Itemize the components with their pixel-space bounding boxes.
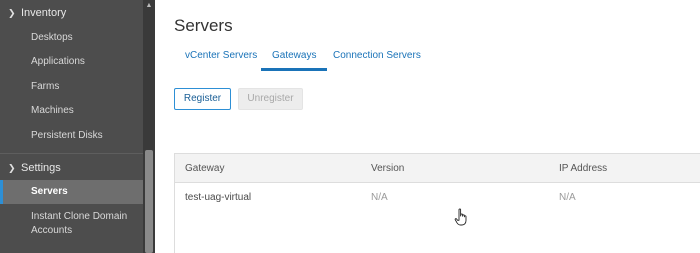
tab-bar: vCenter Servers Gateways Connection Serv… <box>174 46 700 71</box>
sidebar-section-label: Settings <box>21 162 61 174</box>
register-button[interactable]: Register <box>174 88 231 110</box>
column-header-ip-address[interactable]: IP Address <box>559 154 607 183</box>
scrollbar-thumb[interactable] <box>145 150 153 253</box>
table-row[interactable]: test-uag-virtual N/A N/A <box>175 183 700 213</box>
cell-ip-address: N/A <box>559 192 576 203</box>
sidebar-section-settings[interactable]: ❯ Settings <box>0 155 143 181</box>
column-header-gateway[interactable]: Gateway <box>185 154 224 183</box>
tab-gateways[interactable]: Gateways <box>261 46 328 71</box>
sidebar-item-applications[interactable]: Applications <box>0 50 143 74</box>
hand-pointer-icon <box>454 208 467 226</box>
sidebar-scrollbar[interactable]: ▲ <box>143 0 155 253</box>
unregister-button: Unregister <box>238 88 303 110</box>
sidebar-nav: ❯ Inventory Desktops Applications Farms M… <box>0 0 143 253</box>
gateways-table: Gateway Version IP Address test-uag-virt… <box>174 153 700 253</box>
sidebar-section-inventory[interactable]: ❯ Inventory <box>0 0 143 26</box>
main-content: Servers vCenter Servers Gateways Connect… <box>155 0 700 253</box>
sidebar-section-label: Inventory <box>21 7 67 19</box>
chevron-down-icon: ❯ <box>8 163 16 173</box>
sidebar-item-desktops[interactable]: Desktops <box>0 26 143 50</box>
scroll-up-arrow-icon[interactable]: ▲ <box>143 0 155 12</box>
sidebar-item-servers[interactable]: Servers <box>0 180 143 204</box>
sidebar-item-persistent-disks[interactable]: Persistent Disks <box>0 124 143 148</box>
page-title: Servers <box>174 16 233 35</box>
cell-version: N/A <box>371 192 388 203</box>
tab-connection-servers[interactable]: Connection Servers <box>322 46 432 71</box>
column-header-version[interactable]: Version <box>371 154 404 183</box>
cell-gateway-name: test-uag-virtual <box>185 192 252 203</box>
chevron-down-icon: ❯ <box>8 8 16 18</box>
sidebar-divider <box>0 153 143 154</box>
tab-vcenter-servers[interactable]: vCenter Servers <box>174 46 268 71</box>
table-header: Gateway Version IP Address <box>175 154 700 183</box>
sidebar-item-machines[interactable]: Machines <box>0 99 143 123</box>
sidebar-item-instant-clone-domain-accounts[interactable]: Instant Clone Domain Accounts <box>0 207 143 241</box>
sidebar-item-farms[interactable]: Farms <box>0 75 143 99</box>
